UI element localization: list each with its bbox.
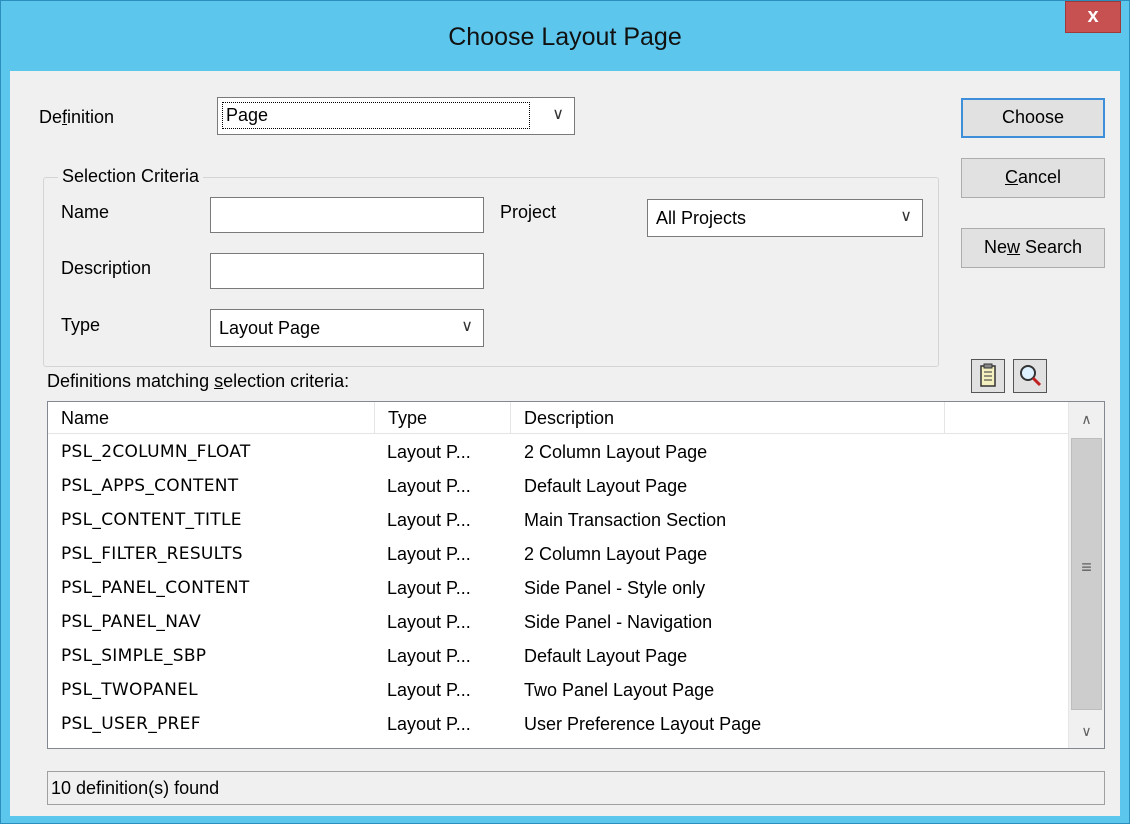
description-input[interactable] bbox=[210, 253, 484, 289]
list-item[interactable]: PSL_PANEL_NAV Layout P... Side Panel - Nav… bbox=[48, 605, 1068, 639]
type-dropdown[interactable]: Layout Page ∨ bbox=[210, 309, 484, 347]
item-type: Layout P... bbox=[387, 578, 471, 598]
item-name: PSL_TWOPANEL bbox=[61, 680, 198, 700]
list-item[interactable]: PSL_TWOPANEL Layout P... Two Panel Layout … bbox=[48, 673, 1068, 707]
item-name: PSL_CONTENT_TITLE bbox=[61, 510, 242, 530]
item-description: Default Layout Page bbox=[524, 646, 688, 666]
selection-criteria-legend: Selection Criteria bbox=[58, 166, 204, 187]
item-description: Two Panel Layout Page bbox=[524, 680, 715, 700]
list-view-icon[interactable] bbox=[971, 359, 1005, 393]
list-item[interactable]: PSL_SIMPLE_SBP Layout P... Default Layout … bbox=[48, 639, 1068, 673]
item-type: Layout P... bbox=[387, 476, 471, 496]
list-rows: PSL_2COLUMN_FLOAT Layout P... 2 Column Lay… bbox=[48, 435, 1068, 748]
close-button[interactable]: x bbox=[1065, 1, 1121, 33]
description-label: Description bbox=[61, 258, 152, 278]
item-type: Layout P... bbox=[387, 442, 471, 462]
item-type: Layout P... bbox=[387, 680, 471, 700]
column-header-description[interactable]: Description bbox=[511, 402, 945, 434]
item-name: PSL_PANEL_NAV bbox=[61, 612, 202, 632]
item-name: PSL_PANEL_CONTENT bbox=[61, 578, 250, 598]
chevron-down-icon: ∨ bbox=[900, 208, 912, 225]
list-item[interactable]: PSL_CONTENT_TITLE Layout P... Main Transac… bbox=[48, 503, 1068, 537]
name-label: Name bbox=[61, 202, 110, 222]
status-bar: 10 definition(s) found bbox=[47, 771, 1105, 805]
vertical-scrollbar[interactable]: ∧ ≡ ∨ bbox=[1068, 402, 1104, 748]
item-type: Layout P... bbox=[387, 714, 471, 734]
name-input[interactable] bbox=[210, 197, 484, 233]
item-type: Layout P... bbox=[387, 510, 471, 530]
choose-button[interactable]: Choose bbox=[961, 98, 1105, 138]
item-name: PSL_2COLUMN_FLOAT bbox=[61, 442, 251, 462]
dialog-body: Definition Page ∨ Choose Cancel New Sear… bbox=[10, 71, 1120, 816]
list-item[interactable]: PSL_USER_PREF_FF Layout P... User Preferen… bbox=[48, 741, 1068, 748]
item-type: Layout P... bbox=[387, 741, 471, 748]
scroll-up-icon[interactable]: ∧ bbox=[1069, 402, 1104, 436]
item-description: 2 Column Layout Page bbox=[524, 442, 708, 462]
choose-layout-page-dialog: Choose Layout Page x Definition Page ∨ C… bbox=[0, 0, 1130, 824]
title-bar[interactable]: Choose Layout Page x bbox=[1, 1, 1129, 71]
item-name: PSL_SIMPLE_SBP bbox=[61, 646, 207, 666]
list-item[interactable]: PSL_2COLUMN_FLOAT Layout P... 2 Column Lay… bbox=[48, 435, 1068, 469]
item-description: User Preference Layout Page bbox=[524, 741, 761, 748]
item-type: Layout P... bbox=[387, 544, 471, 564]
project-label: Project bbox=[500, 202, 557, 222]
type-label: Type bbox=[61, 315, 101, 335]
definition-value: Page bbox=[222, 102, 530, 129]
item-description: 2 Column Layout Page bbox=[524, 544, 708, 564]
project-dropdown[interactable]: All Projects ∨ bbox=[647, 199, 923, 237]
item-type: Layout P... bbox=[387, 646, 471, 666]
list-item[interactable]: PSL_FILTER_RESULTS Layout P... 2 Column La… bbox=[48, 537, 1068, 571]
item-description: Main Transaction Section bbox=[524, 510, 727, 530]
results-label: Definitions matching selection criteria: bbox=[47, 371, 350, 391]
project-value: All Projects bbox=[656, 208, 747, 228]
column-header-type[interactable]: Type bbox=[375, 402, 511, 434]
item-type: Layout P... bbox=[387, 612, 471, 632]
item-description: User Preference Layout Page bbox=[524, 714, 762, 734]
dialog-title: Choose Layout Page bbox=[448, 23, 682, 51]
results-list[interactable]: Name Type Description PSL_2COLUMN_FLOAT L… bbox=[47, 401, 1105, 749]
scroll-down-icon[interactable]: ∨ bbox=[1069, 714, 1104, 748]
scroll-thumb[interactable]: ≡ bbox=[1071, 438, 1102, 710]
item-name: PSL_FILTER_RESULTS bbox=[61, 544, 243, 564]
item-name: PSL_USER_PREF bbox=[61, 714, 201, 734]
search-icon[interactable] bbox=[1013, 359, 1047, 393]
cancel-button[interactable]: Cancel bbox=[961, 158, 1105, 198]
definition-dropdown[interactable]: Page ∨ bbox=[217, 97, 575, 135]
list-item[interactable]: PSL_PANEL_CONTENT Layout P... Side Panel -… bbox=[48, 571, 1068, 605]
chevron-down-icon: ∨ bbox=[552, 106, 564, 123]
column-header-name[interactable]: Name bbox=[48, 402, 375, 434]
definition-label: Definition bbox=[39, 107, 115, 127]
chevron-down-icon: ∨ bbox=[461, 318, 473, 335]
item-name: PSL_USER_PREF_FF bbox=[61, 741, 230, 748]
list-item[interactable]: PSL_USER_PREF Layout P... User Preference … bbox=[48, 707, 1068, 741]
grip-icon: ≡ bbox=[1081, 557, 1092, 577]
list-header: Name Type Description bbox=[48, 402, 1068, 434]
item-description: Side Panel - Navigation bbox=[524, 612, 713, 632]
type-value: Layout Page bbox=[219, 318, 321, 338]
item-description: Side Panel - Style only bbox=[524, 578, 706, 598]
list-item[interactable]: PSL_APPS_CONTENT Layout P... Default Layou… bbox=[48, 469, 1068, 503]
item-description: Default Layout Page bbox=[524, 476, 688, 496]
item-name: PSL_APPS_CONTENT bbox=[61, 476, 239, 496]
new-search-button[interactable]: New Search bbox=[961, 228, 1105, 268]
